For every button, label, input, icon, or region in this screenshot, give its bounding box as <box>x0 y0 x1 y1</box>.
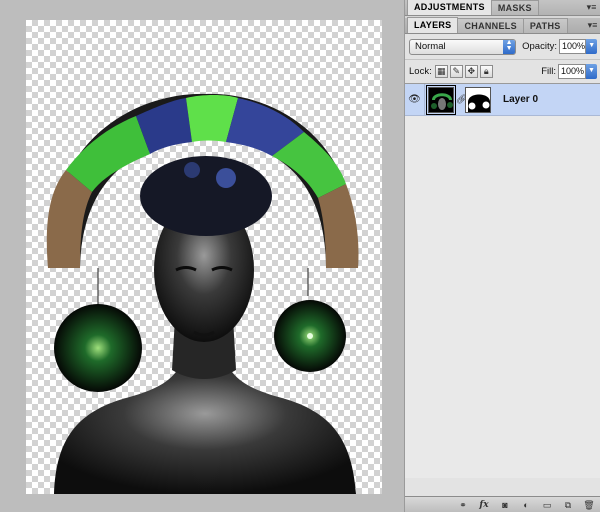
layer-list: 👁︎ 🔗︎ Layer 0 <box>405 83 600 478</box>
layers-tabbar: LAYERS CHANNELS PATHS ▾≡ <box>405 17 600 34</box>
blend-opacity-row: Normal ▲ ▼ Opacity: 100% ▼ <box>405 34 600 60</box>
layer-row-layer-0[interactable]: 👁︎ 🔗︎ Layer 0 <box>405 83 600 116</box>
tab-masks[interactable]: MASKS <box>490 0 539 15</box>
tab-channels[interactable]: CHANNELS <box>457 18 524 33</box>
layer-mask-thumbnail[interactable] <box>465 86 491 113</box>
layers-bottom-toolbar: ⚭ fx ◙ ◐ ▭ ⧉ 🗑︎ <box>405 496 600 512</box>
link-layers-icon[interactable]: ⚭ <box>457 499 469 511</box>
document-canvas-area[interactable] <box>0 0 404 512</box>
blend-mode-value: Normal <box>415 41 446 52</box>
layers-panel: LAYERS CHANNELS PATHS ▾≡ Normal ▲ ▼ Opaci… <box>405 17 600 512</box>
adjustment-layer-icon[interactable]: ◐ <box>520 499 532 511</box>
opacity-label: Opacity: <box>522 41 557 52</box>
panels-dock: ADJUSTMENTS MASKS ▾≡ LAYERS CHANNELS PAT… <box>404 0 600 512</box>
fill-label: Fill: <box>541 66 556 77</box>
fill-dropdown-icon[interactable]: ▼ <box>586 64 597 79</box>
panel-menu-icon[interactable]: ▾≡ <box>586 3 597 12</box>
layer-name[interactable]: Layer 0 <box>503 94 538 105</box>
layer-thumbnail[interactable] <box>426 84 456 115</box>
opacity-dropdown-icon[interactable]: ▼ <box>586 39 597 54</box>
tab-layers[interactable]: LAYERS <box>407 17 459 33</box>
fx-icon[interactable]: fx <box>478 499 490 511</box>
fill-input[interactable]: 100% <box>558 64 586 79</box>
chain-link-icon[interactable]: 🔗︎ <box>456 94 467 105</box>
eye-icon[interactable]: 👁︎ <box>405 83 425 116</box>
add-mask-icon[interactable]: ◙ <box>499 499 511 511</box>
lock-label: Lock: <box>409 66 432 77</box>
new-group-icon[interactable]: ▭ <box>541 499 553 511</box>
opacity-input[interactable]: 100% <box>558 39 587 54</box>
tab-paths[interactable]: PATHS <box>522 18 568 33</box>
portrait-artwork <box>46 93 359 494</box>
lock-transparency-icon[interactable]: ▦ <box>434 65 448 78</box>
blend-mode-select[interactable]: Normal ▲ ▼ <box>409 38 517 55</box>
lock-fill-row: Lock: ▦ ✎ ✥ 🔒︎ Fill: 100% ▼ <box>405 60 600 84</box>
document-image[interactable] <box>26 20 382 494</box>
trash-icon[interactable]: 🗑︎ <box>583 499 595 511</box>
select-arrows-icon: ▲ ▼ <box>503 39 516 54</box>
panel-menu-icon[interactable]: ▾≡ <box>587 21 598 30</box>
tab-adjustments[interactable]: ADJUSTMENTS <box>407 0 492 15</box>
adjustments-tabbar: ADJUSTMENTS MASKS ▾≡ <box>405 0 600 16</box>
lock-all-padlock-icon[interactable]: 🔒︎ <box>479 65 493 78</box>
new-layer-icon[interactable]: ⧉ <box>562 499 574 511</box>
lock-position-move-icon[interactable]: ✥ <box>464 65 478 78</box>
lock-pixels-brush-icon[interactable]: ✎ <box>449 65 463 78</box>
